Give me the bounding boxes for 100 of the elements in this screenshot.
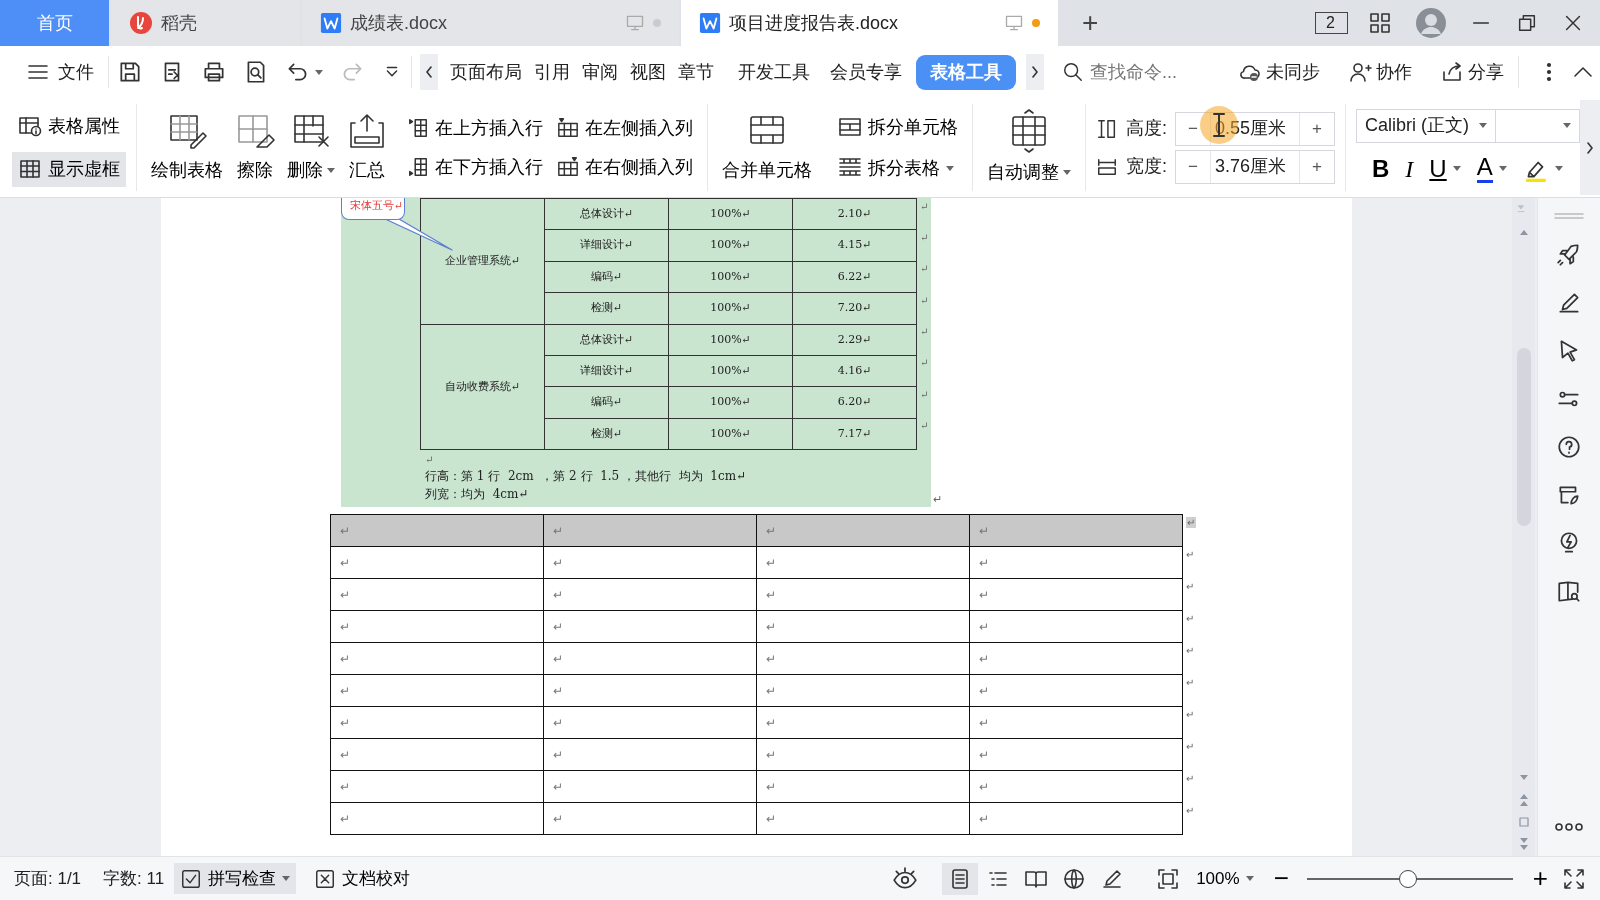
paragraph-mark: ↵ xyxy=(916,418,931,450)
table-cell: 100%↵ xyxy=(668,386,793,419)
table-cell: ↵ xyxy=(756,546,970,579)
table-cell: ↵ xyxy=(330,578,544,611)
table-cell: 检测↵ xyxy=(544,292,669,325)
table-cell: 7.20↵ xyxy=(792,292,917,325)
sync-button[interactable]: 未同步 xyxy=(1232,54,1326,90)
insert-row-below-button[interactable]: 在下方插入行 xyxy=(403,150,547,184)
table-cell: ↵ xyxy=(330,802,544,835)
paragraph-mark: ↵ xyxy=(916,198,931,230)
table-cell: 100%↵ xyxy=(668,418,793,450)
table-cell: ↵ xyxy=(969,514,1183,547)
table-cell: ↵ xyxy=(969,546,1183,579)
paragraph-mark: ↵ xyxy=(1186,612,1194,624)
menu-tab[interactable]: 引用 xyxy=(528,54,576,90)
menu-tab[interactable]: 章节 xyxy=(672,54,720,90)
delete-button[interactable]: 删除 xyxy=(283,109,339,186)
menu-tab[interactable]: 开发工具 xyxy=(732,54,816,90)
paragraph-mark: ↵ xyxy=(1186,516,1196,528)
table-cell: ↵ xyxy=(969,738,1183,771)
new-tab-button[interactable]: + xyxy=(1072,0,1109,46)
table-cell: ↵ xyxy=(330,674,544,707)
tab[interactable]: 项目进度报告表.docx xyxy=(681,0,1058,46)
paragraph-mark: ↵ xyxy=(1186,804,1194,816)
insert-col-right-button[interactable]: 在右侧插入列 xyxy=(553,150,697,184)
table-cell: 企业管理系统↵ xyxy=(420,198,545,325)
insert-row-above-button[interactable]: 在上方插入行 xyxy=(403,111,547,145)
split-cells-button[interactable]: 拆分单元格 xyxy=(834,110,962,144)
table-cell: 2.10↵ xyxy=(792,198,917,230)
italic-button[interactable]: I xyxy=(1405,150,1414,187)
insert-col-left-button[interactable]: 在左侧插入列 xyxy=(553,111,697,145)
file-menu[interactable]: 文件 xyxy=(20,54,100,90)
table-cell: ↵ xyxy=(969,802,1183,835)
paragraph-mark: ↵ xyxy=(916,261,931,293)
table-cell: ↵ xyxy=(543,674,757,707)
menu-tab[interactable]: 审阅 xyxy=(576,54,624,90)
field-label: 宽度: xyxy=(1126,155,1167,178)
table-cell: 详细设计↵ xyxy=(544,229,669,262)
table-cell: ↵ xyxy=(330,738,544,771)
zoom-out-button[interactable]: − xyxy=(1267,859,1295,898)
table-cell: ↵ xyxy=(756,514,970,547)
width-decrease-button[interactable]: − xyxy=(1176,150,1210,183)
table-cell: ↵ xyxy=(969,642,1183,675)
width-field[interactable]: 3.76厘米 xyxy=(1210,150,1300,183)
share-button[interactable]: 分享 xyxy=(1434,54,1510,90)
eraser-button[interactable]: 擦除 xyxy=(231,109,279,186)
auto-fit-button[interactable]: 自动调整 xyxy=(983,107,1075,188)
table-cell: ↵ xyxy=(756,770,970,803)
height-increase-button[interactable]: + xyxy=(1300,112,1334,145)
proofread-button[interactable]: 文档校对 xyxy=(308,862,417,895)
paragraph-mark: ↵ xyxy=(916,355,931,387)
paragraph-mark: ↵ xyxy=(425,453,435,468)
table-cell: ↵ xyxy=(756,738,970,771)
table-cell: 检测↵ xyxy=(544,418,669,450)
table-cell: ↵ xyxy=(543,578,757,611)
table-cell: 7.17↵ xyxy=(792,418,917,450)
table-cell: 100%↵ xyxy=(668,292,793,325)
menu-tab[interactable]: 会员专享 xyxy=(824,54,908,90)
color-button[interactable]: A xyxy=(1476,154,1507,183)
paragraph-mark: ↵ xyxy=(1186,548,1194,560)
tab[interactable]: 成绩表.docx xyxy=(302,0,679,46)
table-properties-button[interactable]: 表格属性 xyxy=(12,108,126,144)
search-field[interactable]: 查找命令... xyxy=(1088,57,1228,87)
zoom-dropdown[interactable]: 100% xyxy=(1190,862,1260,895)
table-cell: 4.16↵ xyxy=(792,355,917,387)
table-cell: 详细设计↵ xyxy=(544,355,669,387)
paragraph-mark: ↵ xyxy=(1186,772,1194,784)
menu-tab[interactable]: 页面布局 xyxy=(444,54,528,90)
table-cell: 4.15↵ xyxy=(792,229,917,262)
font-name-field[interactable]: Calibri (正文) xyxy=(1356,108,1496,143)
table-cell: 6.20↵ xyxy=(792,386,917,419)
show-gridlines-button[interactable]: 显示虚框 xyxy=(12,151,126,187)
table-cell: ↵ xyxy=(969,578,1183,611)
table-cell: 100%↵ xyxy=(668,261,793,293)
table-cell: ↵ xyxy=(330,610,544,643)
underline-button[interactable]: U xyxy=(1429,150,1461,187)
summary-button[interactable]: 汇总 xyxy=(343,109,391,186)
menu-tab[interactable]: 视图 xyxy=(624,54,672,90)
split-table-button[interactable]: 拆分表格 xyxy=(834,151,962,185)
page-count: 页面: 1/1 xyxy=(14,867,82,890)
width-increase-button[interactable]: + xyxy=(1300,150,1334,183)
zoom-in-button[interactable]: + xyxy=(1526,859,1554,898)
paragraph-mark: ↵ xyxy=(1186,740,1194,752)
merge-cells-button[interactable]: 合并单元格 xyxy=(718,109,816,186)
table-cell: ↵ xyxy=(330,706,544,739)
table-cell: 总体设计↵ xyxy=(544,324,669,356)
tab[interactable]: 稻壳 xyxy=(111,0,300,46)
spell-check-button[interactable]: 拼写检查 xyxy=(174,862,297,895)
table-cell: 100%↵ xyxy=(668,324,793,356)
paragraph-mark: ↵ xyxy=(933,491,942,507)
window-count-button[interactable]: 2 xyxy=(1315,12,1348,34)
table-cell: ↵ xyxy=(543,706,757,739)
collab-button[interactable]: 协作 xyxy=(1342,54,1418,90)
table-cell: 编码↵ xyxy=(544,386,669,419)
height-decrease-button[interactable]: − xyxy=(1176,112,1210,145)
table-cell: ↵ xyxy=(969,770,1183,803)
table-cell: ↵ xyxy=(756,802,970,835)
bold-button[interactable]: B xyxy=(1372,150,1390,187)
draw-table-button[interactable]: 绘制表格 xyxy=(147,109,227,186)
paragraph-mark: ↵ xyxy=(916,324,931,356)
